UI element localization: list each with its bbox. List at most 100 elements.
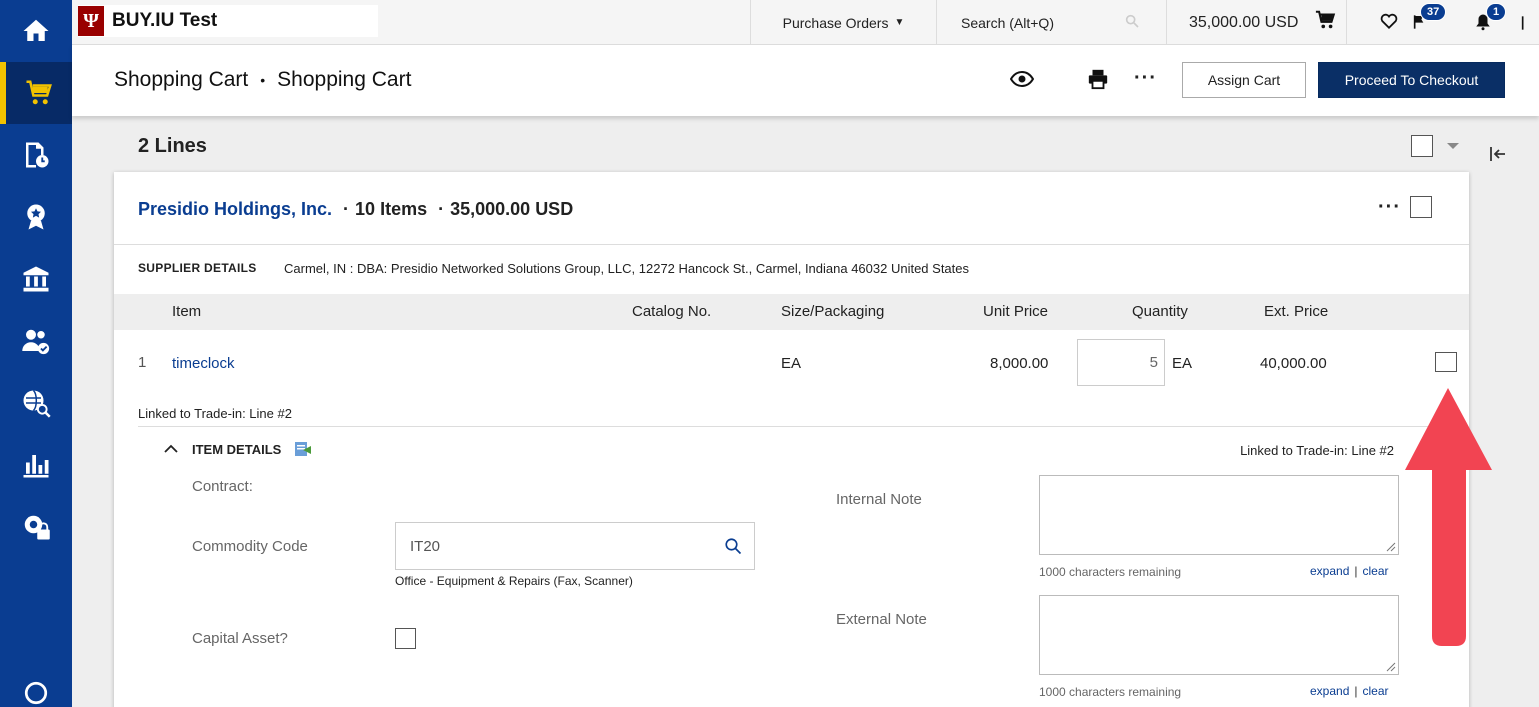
nav-orders[interactable]: [0, 124, 72, 186]
resize-grip-icon[interactable]: [1384, 540, 1396, 552]
internal-note-label: Internal Note: [836, 491, 922, 508]
caret-down-icon: ▼: [894, 17, 905, 28]
item-details-title: ITEM DETAILS: [192, 441, 282, 457]
top-header: Ψ BUY.IU Test Purchase Orders ▼ Search (…: [72, 0, 1539, 45]
internal-note-actions: expand | clear: [1310, 564, 1389, 578]
document-clock-icon: [26, 142, 49, 168]
brand-title: BUY.IU Test: [112, 10, 218, 31]
external-note-actions: expand | clear: [1310, 684, 1389, 698]
assign-cart-button[interactable]: Assign Cart: [1182, 62, 1306, 98]
more-actions-button[interactable]: ···: [1134, 67, 1157, 90]
search-icon[interactable]: [724, 537, 742, 555]
separator: ·: [438, 199, 445, 219]
cart-total-amount: 35,000.00 USD: [1189, 13, 1299, 31]
supplier-select-checkbox[interactable]: [1410, 196, 1432, 218]
commodity-code-input[interactable]: IT20: [395, 522, 755, 570]
separator: ·: [343, 199, 350, 219]
nav-accounts-payable[interactable]: [0, 248, 72, 310]
nav-help[interactable]: [0, 680, 72, 707]
resize-grip-icon[interactable]: [1384, 660, 1396, 672]
nav-home[interactable]: [0, 0, 72, 62]
nav-sourcing[interactable]: [0, 372, 72, 434]
supplier-name-link[interactable]: Presidio Holdings, Inc.: [138, 199, 332, 219]
size-packaging: EA: [781, 355, 802, 372]
purchase-orders-dropdown[interactable]: Purchase Orders ▼: [750, 0, 936, 45]
purchase-orders-label: Purchase Orders: [782, 14, 889, 31]
nav-shop[interactable]: [0, 62, 72, 124]
internal-note-textarea[interactable]: [1039, 475, 1399, 555]
col-unit-price: Unit Price: [983, 303, 1049, 320]
line-select-checkbox[interactable]: [1435, 352, 1457, 372]
gear-lock-icon: [24, 515, 50, 540]
lines-count-title: 2 Lines: [138, 135, 207, 157]
item-details-toggle[interactable]: ITEM DETAILS: [164, 440, 313, 458]
bar-chart-icon: [23, 455, 49, 478]
proceed-to-checkout-button[interactable]: Proceed To Checkout: [1318, 62, 1505, 98]
external-note-textarea[interactable]: [1039, 595, 1399, 675]
page-header: Shopping Cart • Shopping Cart ··· Assign C…: [72, 45, 1539, 116]
breadcrumb: Shopping Cart • Shopping Cart: [114, 68, 411, 92]
notifications-badge: 1: [1486, 3, 1507, 21]
col-ext-price: Ext. Price: [1264, 303, 1329, 320]
print-icon[interactable]: [1087, 68, 1109, 90]
user-icon[interactable]: [1520, 14, 1536, 32]
col-size-packaging: Size/Packaging: [781, 303, 885, 320]
supplier-summary: Presidio Holdings, Inc. · 10 Items · 35,00…: [138, 199, 573, 220]
items-count: 10 Items: [355, 199, 428, 219]
cart-icon[interactable]: [1315, 9, 1337, 31]
eye-icon[interactable]: [1010, 70, 1034, 88]
cart-total[interactable]: 35,000.00 USD: [1166, 0, 1326, 45]
caret-down-icon[interactable]: [1446, 142, 1460, 150]
help-icon: [24, 681, 48, 705]
nav-suppliers[interactable]: [0, 310, 72, 372]
pipe-separator: |: [1354, 564, 1358, 578]
heart-icon[interactable]: [1380, 12, 1398, 30]
divider: [114, 244, 1469, 245]
supplier-details-value: Carmel, IN : DBA: Presidio Networked Sol…: [284, 261, 970, 276]
nav-reports[interactable]: [0, 434, 72, 496]
page-title: Shopping Cart: [277, 68, 412, 91]
external-note-label: External Note: [836, 611, 927, 628]
search-icon[interactable]: [1124, 13, 1140, 29]
col-item: Item: [172, 303, 202, 320]
table-header: Item Catalog No. Size/Packaging Unit Pri…: [114, 294, 1469, 330]
pipe-separator: |: [1354, 684, 1358, 698]
global-search[interactable]: Search (Alt+Q): [936, 0, 1166, 45]
item-name-link[interactable]: timeclock: [172, 355, 235, 372]
clear-link[interactable]: clear: [1363, 684, 1389, 698]
col-catalog-no: Catalog No.: [632, 303, 712, 320]
contract-label: Contract:: [192, 478, 253, 495]
supplier-more-button[interactable]: ···: [1378, 196, 1401, 219]
home-icon: [23, 19, 49, 41]
quantity-input[interactable]: 5: [1077, 339, 1165, 386]
globe-search-icon: [23, 389, 51, 418]
clear-link[interactable]: clear: [1363, 564, 1389, 578]
edit-document-icon[interactable]: [293, 440, 313, 458]
expand-link[interactable]: expand: [1310, 564, 1349, 578]
select-all-checkbox[interactable]: [1411, 135, 1433, 157]
breadcrumb-separator: •: [260, 72, 266, 89]
col-quantity: Quantity: [1132, 303, 1188, 320]
search-input[interactable]: Search (Alt+Q): [961, 15, 1054, 31]
collapse-panel-icon[interactable]: [1489, 145, 1507, 163]
capital-asset-checkbox[interactable]: [395, 628, 416, 649]
flag-badge: 37: [1420, 3, 1447, 21]
expand-link[interactable]: expand: [1310, 684, 1349, 698]
commodity-code-label: Commodity Code: [192, 538, 308, 555]
people-check-icon: [22, 329, 50, 355]
iu-logo: Ψ: [78, 6, 104, 36]
supplier-details-label: SUPPLIER DETAILS: [138, 261, 257, 275]
nav-setup[interactable]: [0, 496, 72, 558]
nav-contracts[interactable]: [0, 186, 72, 248]
breadcrumb-item[interactable]: Shopping Cart: [114, 68, 248, 91]
award-ribbon-icon: [27, 204, 45, 230]
ext-price: 40,000.00: [1260, 355, 1327, 372]
table-row: 1 timeclock EA 8,000.00 5 EA 40,000.00: [114, 330, 1469, 398]
unit-of-measure: EA: [1172, 355, 1193, 372]
external-note-chars-remaining: 1000 characters remaining: [1039, 685, 1182, 699]
divider: [138, 426, 1458, 427]
commodity-code-description: Office - Equipment & Repairs (Fax, Scann…: [395, 574, 633, 588]
linked-trade-in: Linked to Trade-in: Line #2: [138, 406, 292, 421]
brand[interactable]: Ψ BUY.IU Test: [78, 5, 378, 37]
annotation-arrow-icon: [1405, 388, 1492, 646]
